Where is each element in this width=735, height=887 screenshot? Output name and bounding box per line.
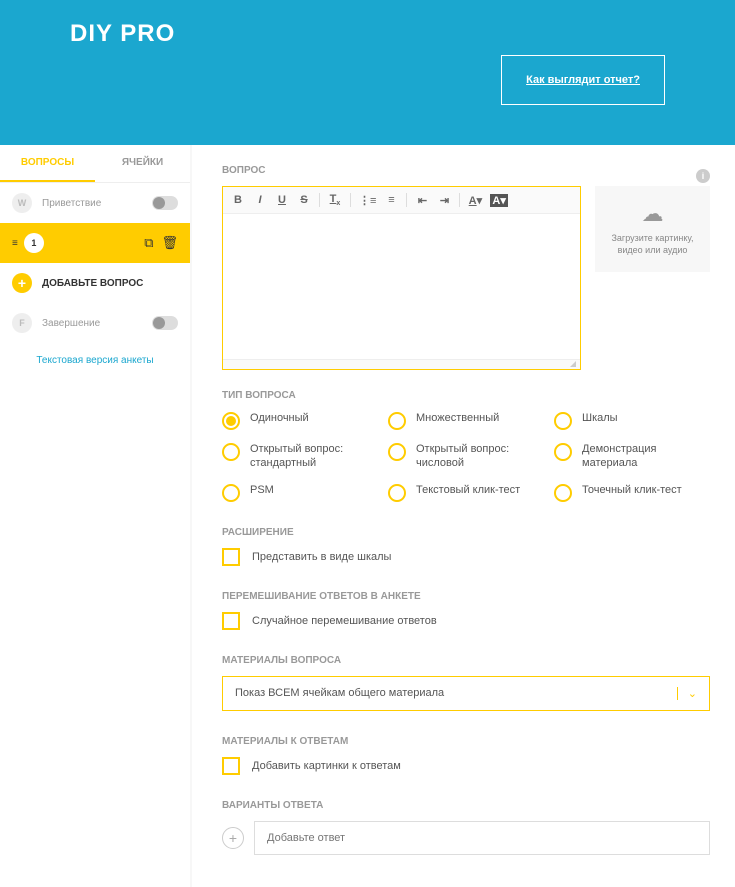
answer-input[interactable]	[254, 821, 710, 855]
outdent-button[interactable]: ⇤	[415, 194, 429, 207]
qtype-demo-material[interactable]: Демонстрация материала	[554, 442, 710, 471]
materials-value: Показ ВСЕМ ячейкам общего материала	[235, 687, 444, 699]
extension-section-label: РАСШИРЕНИЕ	[222, 527, 710, 538]
logo: DIY PRO	[70, 20, 665, 48]
sidebar-item-completion[interactable]: F Завершение	[0, 303, 190, 343]
content: ВОПРОСЫ ЯЧЕЙКИ W Приветствие ≡ 1 ⧉ 🗑 + Д…	[0, 145, 735, 887]
toolbar-separator	[319, 193, 320, 207]
extension-checkbox[interactable]	[222, 548, 240, 566]
shuffle-checkbox-label: Случайное перемешивание ответов	[252, 615, 437, 627]
shuffle-section-label: ПЕРЕМЕШИВАНИЕ ОТВЕТОВ В АНКЕТЕ	[222, 591, 710, 602]
qtype-single[interactable]: Одиночный	[222, 411, 378, 430]
text-version-link[interactable]: Текстовая версия анкеты	[0, 343, 190, 378]
upload-label: Загрузите картинку, видео или аудио	[603, 233, 702, 256]
shuffle-checkbox[interactable]	[222, 612, 240, 630]
question-type-grid: Одиночный Множественный Шкалы Открытый в…	[222, 411, 710, 502]
qtype-open-standard[interactable]: Открытый вопрос: стандартный	[222, 442, 378, 471]
completion-label: Завершение	[42, 318, 100, 329]
radio-icon	[388, 484, 406, 502]
radio-icon	[222, 443, 240, 461]
bg-color-button[interactable]: A▾	[490, 194, 507, 207]
list-bullet-button[interactable]: ≡	[384, 194, 398, 206]
greeting-badge: W	[12, 193, 32, 213]
strike-button[interactable]: S	[297, 194, 311, 206]
qtype-text-click[interactable]: Текстовый клик-тест	[388, 483, 544, 502]
media-upload[interactable]: ☁ Загрузите картинку, видео или аудио	[595, 186, 710, 272]
materials-section-label: МАТЕРИАЛЫ ВОПРОСА	[222, 655, 710, 666]
radio-icon	[388, 412, 406, 430]
list-numbered-button[interactable]: ⋮≡	[359, 194, 376, 207]
qtype-multiple[interactable]: Множественный	[388, 411, 544, 430]
question-editor: B I U S Tx ⋮≡ ≡ ⇤ ⇥ A▾ A▾	[222, 186, 581, 370]
plus-icon: +	[12, 273, 32, 293]
clear-format-button[interactable]: Tx	[328, 193, 342, 207]
indent-button[interactable]: ⇥	[437, 194, 451, 207]
sidebar-item-greeting[interactable]: W Приветствие	[0, 183, 190, 223]
tab-questions[interactable]: ВОПРОСЫ	[0, 145, 95, 182]
materials-dropdown[interactable]: Показ ВСЕМ ячейкам общего материала ⌄	[222, 676, 710, 711]
toolbar-separator	[406, 193, 407, 207]
drag-icon[interactable]: ≡	[12, 238, 18, 249]
answer-materials-checkbox[interactable]	[222, 757, 240, 775]
chevron-down-icon: ⌄	[677, 687, 697, 700]
question-section-label: ВОПРОС	[222, 165, 265, 176]
font-color-button[interactable]: A▾	[468, 194, 482, 207]
radio-icon	[222, 412, 240, 430]
extension-checkbox-label: Представить в виде шкалы	[252, 551, 391, 563]
delete-icon[interactable]: 🗑	[161, 235, 178, 251]
sidebar-add-question[interactable]: + ДОБАВЬТЕ ВОПРОС	[0, 263, 190, 303]
answer-materials-checkbox-label: Добавить картинки к ответам	[252, 760, 401, 772]
report-preview-button[interactable]: Как выглядит отчет?	[501, 55, 665, 105]
toolbar-separator	[459, 193, 460, 207]
italic-button[interactable]: I	[253, 194, 267, 206]
question-badge: 1	[24, 233, 44, 253]
cloud-upload-icon: ☁	[642, 201, 664, 227]
answer-materials-section-label: МАТЕРИАЛЫ К ОТВЕТАМ	[222, 736, 710, 747]
main-panel: ВОПРОС i B I U S Tx ⋮≡ ≡ ⇤ ⇥	[192, 145, 735, 887]
copy-icon[interactable]: ⧉	[144, 235, 153, 251]
add-answer-button[interactable]: +	[222, 827, 244, 849]
radio-icon	[554, 484, 572, 502]
editor-toolbar: B I U S Tx ⋮≡ ≡ ⇤ ⇥ A▾ A▾	[223, 187, 580, 214]
radio-icon	[388, 443, 406, 461]
greeting-label: Приветствие	[42, 198, 101, 209]
editor-resize-handle[interactable]	[223, 359, 580, 369]
bold-button[interactable]: B	[231, 194, 245, 206]
qtype-psm[interactable]: PSM	[222, 483, 378, 502]
header: DIY PRO Как выглядит отчет?	[0, 0, 735, 145]
qtype-section-label: ТИП ВОПРОСА	[222, 390, 710, 401]
sidebar: ВОПРОСЫ ЯЧЕЙКИ W Приветствие ≡ 1 ⧉ 🗑 + Д…	[0, 145, 190, 887]
qtype-scales[interactable]: Шкалы	[554, 411, 710, 430]
answers-section-label: ВАРИАНТЫ ОТВЕТА	[222, 800, 710, 811]
completion-badge: F	[12, 313, 32, 333]
radio-icon	[554, 412, 572, 430]
add-question-label: ДОБАВЬТЕ ВОПРОС	[42, 278, 143, 289]
radio-icon	[222, 484, 240, 502]
qtype-point-click[interactable]: Точечный клик-тест	[554, 483, 710, 502]
toolbar-separator	[350, 193, 351, 207]
underline-button[interactable]: U	[275, 194, 289, 206]
radio-icon	[554, 443, 572, 461]
info-icon[interactable]: i	[696, 169, 710, 183]
tab-cells[interactable]: ЯЧЕЙКИ	[95, 145, 190, 182]
question-textarea[interactable]	[223, 214, 580, 354]
qtype-open-numeric[interactable]: Открытый вопрос: числовой	[388, 442, 544, 471]
sidebar-item-question-1[interactable]: ≡ 1 ⧉ 🗑	[0, 223, 190, 263]
completion-toggle[interactable]	[152, 316, 178, 330]
sidebar-tabs: ВОПРОСЫ ЯЧЕЙКИ	[0, 145, 190, 183]
greeting-toggle[interactable]	[152, 196, 178, 210]
